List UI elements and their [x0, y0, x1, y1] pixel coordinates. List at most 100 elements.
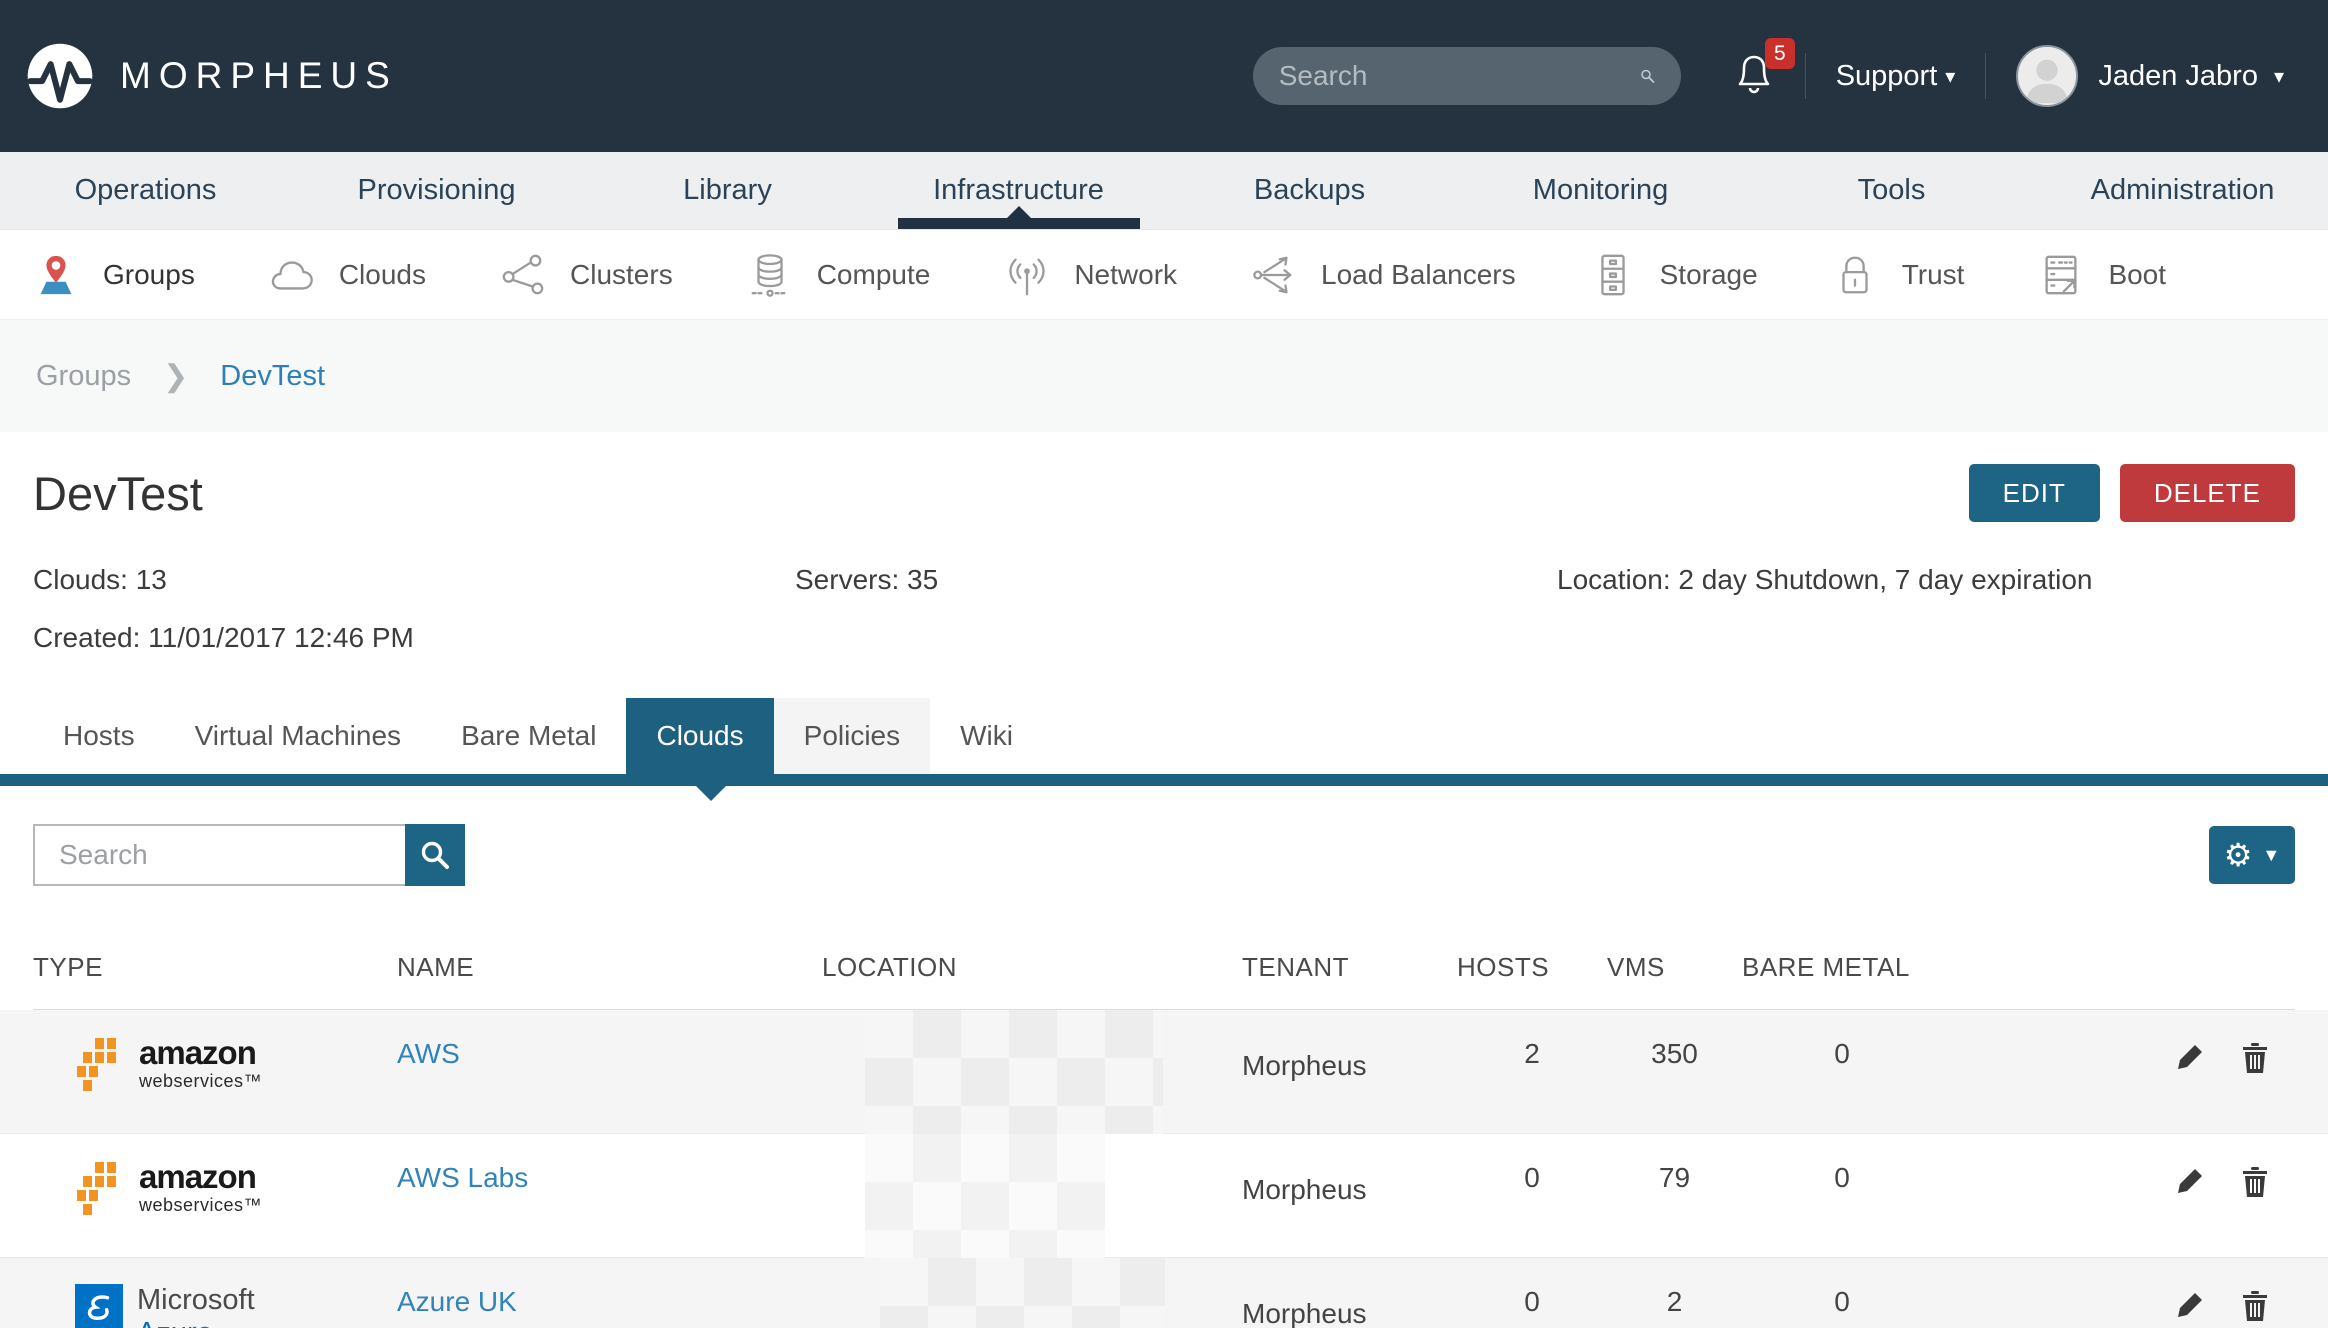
subnav-storage[interactable]: Storage — [1590, 252, 1758, 298]
subnav-network[interactable]: Network — [1004, 252, 1177, 298]
breadcrumb-devtest[interactable]: DevTest — [220, 360, 325, 393]
cluster-nodes-icon — [500, 252, 546, 298]
aws-cubes-icon — [75, 1036, 129, 1098]
tab-hosts[interactable]: Hosts — [33, 698, 165, 774]
nav-backups[interactable]: Backups — [1164, 152, 1455, 229]
tab-virtual-machines[interactable]: Virtual Machines — [165, 698, 431, 774]
table-search-input[interactable] — [33, 824, 405, 886]
main-nav: Operations Provisioning Library Infrastr… — [0, 152, 2328, 230]
subnav-load-balancers[interactable]: Load Balancers — [1251, 252, 1516, 298]
edit-row-icon[interactable] — [2175, 1042, 2205, 1098]
tenant-cell: Morpheus — [1242, 1258, 1457, 1328]
top-bar: MORPHEUS 5 Support ▾ Jaden Jabro ▾ — [0, 0, 2328, 152]
location-cell — [822, 1258, 1242, 1328]
tab-bare-metal[interactable]: Bare Metal — [431, 698, 626, 774]
tenant-cell: Morpheus — [1242, 1010, 1457, 1098]
nav-administration[interactable]: Administration — [2037, 152, 2328, 229]
search-icon — [1640, 61, 1655, 91]
morpheus-logo[interactable]: MORPHEUS — [26, 42, 398, 110]
stat-clouds: Clouds: 13 — [33, 564, 795, 596]
chevron-right-icon: ❯ — [163, 359, 188, 394]
aws-cubes-icon — [75, 1160, 129, 1222]
bare-metal-cell: 0 — [1742, 1134, 1942, 1222]
gear-icon: ⚙ — [2224, 836, 2253, 874]
table-search — [33, 824, 465, 886]
redacted-location — [865, 1010, 1163, 1134]
storage-cabinet-icon — [1590, 252, 1636, 298]
vms-cell: 2 — [1607, 1258, 1742, 1328]
vms-cell: 350 — [1607, 1010, 1742, 1098]
infrastructure-subnav: Groups Clouds Clusters Compute — [0, 230, 2328, 320]
detail-tabs: Hosts Virtual Machines Bare Metal Clouds… — [0, 698, 2328, 774]
global-search[interactable] — [1253, 47, 1681, 105]
group-stats: Clouds: 13 Servers: 35 Location: 2 day S… — [0, 564, 2328, 596]
nav-provisioning[interactable]: Provisioning — [291, 152, 582, 229]
vms-cell: 79 — [1607, 1134, 1742, 1222]
tab-policies[interactable]: Policies — [774, 698, 930, 774]
stat-created: Created: 11/01/2017 12:46 PM — [33, 622, 414, 653]
col-name[interactable]: NAME — [397, 952, 822, 1010]
col-hosts[interactable]: HOSTS — [1457, 952, 1607, 1010]
nav-monitoring[interactable]: Monitoring — [1455, 152, 1746, 229]
map-pin-icon — [33, 252, 79, 298]
table-settings-button[interactable]: ⚙▼ — [2209, 826, 2295, 884]
edit-row-icon[interactable] — [2175, 1166, 2205, 1222]
delete-row-icon[interactable] — [2241, 1042, 2269, 1098]
col-tenant[interactable]: TENANT — [1242, 952, 1457, 1010]
location-cell — [822, 1134, 1242, 1222]
nav-operations[interactable]: Operations — [0, 152, 291, 229]
cloud-link[interactable]: AWS — [397, 1010, 460, 1070]
tab-clouds[interactable]: Clouds — [626, 698, 773, 774]
delete-row-icon[interactable] — [2241, 1166, 2269, 1222]
cloud-link[interactable]: Azure UK — [397, 1258, 517, 1318]
active-tab-notch — [696, 786, 726, 801]
chevron-down-icon: ▾ — [2274, 64, 2284, 89]
table-search-button[interactable] — [405, 824, 465, 886]
edit-button[interactable]: EDIT — [1969, 464, 2100, 522]
cloud-link[interactable]: AWS Labs — [397, 1134, 528, 1194]
global-search-input[interactable] — [1279, 60, 1640, 92]
subnav-clusters[interactable]: Clusters — [500, 252, 673, 298]
tenant-cell: Morpheus — [1242, 1134, 1457, 1222]
group-created: Created: 11/01/2017 12:46 PM — [0, 622, 2328, 654]
col-bare-metal[interactable]: BARE METAL — [1742, 952, 1942, 1010]
active-nav-indicator — [898, 218, 1140, 229]
table-row: amazon webservices™ AWS Morpheus 2 350 0 — [0, 1010, 2328, 1134]
delete-row-icon[interactable] — [2241, 1290, 2269, 1328]
nav-infrastructure[interactable]: Infrastructure — [873, 152, 1164, 229]
delete-button[interactable]: DELETE — [2120, 464, 2295, 522]
subnav-compute[interactable]: Compute — [747, 252, 931, 298]
user-name: Jaden Jabro — [2098, 60, 2258, 93]
user-menu[interactable]: Jaden Jabro ▾ — [2098, 60, 2284, 93]
support-menu[interactable]: Support ▾ — [1836, 60, 1956, 93]
col-location[interactable]: LOCATION — [822, 952, 1242, 1010]
notifications-button[interactable]: 5 — [1733, 52, 1775, 101]
redacted-location — [865, 1134, 1105, 1258]
tab-wiki[interactable]: Wiki — [930, 698, 1043, 774]
subnav-trust[interactable]: Trust — [1832, 252, 1965, 298]
load-balancer-icon — [1251, 252, 1297, 298]
chevron-down-icon: ▾ — [1945, 64, 1955, 89]
morpheus-logo-icon — [26, 42, 94, 110]
avatar-icon — [2018, 47, 2076, 105]
breadcrumb: Groups ❯ DevTest — [0, 320, 2328, 432]
azure-icon — [75, 1284, 123, 1328]
support-label: Support — [1836, 60, 1938, 93]
boot-server-icon — [2038, 252, 2084, 298]
nav-tools[interactable]: Tools — [1746, 152, 2037, 229]
breadcrumb-groups[interactable]: Groups — [36, 360, 131, 393]
subnav-boot[interactable]: Boot — [2038, 252, 2166, 298]
search-icon — [419, 839, 451, 871]
col-type[interactable]: TYPE — [33, 952, 397, 1010]
page-title: DevTest — [33, 466, 203, 521]
chevron-down-icon: ▼ — [2262, 845, 2280, 866]
col-vms[interactable]: VMS — [1607, 952, 1742, 1010]
hosts-cell: 0 — [1457, 1258, 1607, 1328]
network-antenna-icon — [1004, 252, 1050, 298]
avatar[interactable] — [2016, 45, 2078, 107]
subnav-groups[interactable]: Groups — [33, 252, 195, 298]
edit-row-icon[interactable] — [2175, 1290, 2205, 1328]
nav-library[interactable]: Library — [582, 152, 873, 229]
divider — [1985, 53, 1986, 99]
subnav-clouds[interactable]: Clouds — [269, 252, 426, 298]
